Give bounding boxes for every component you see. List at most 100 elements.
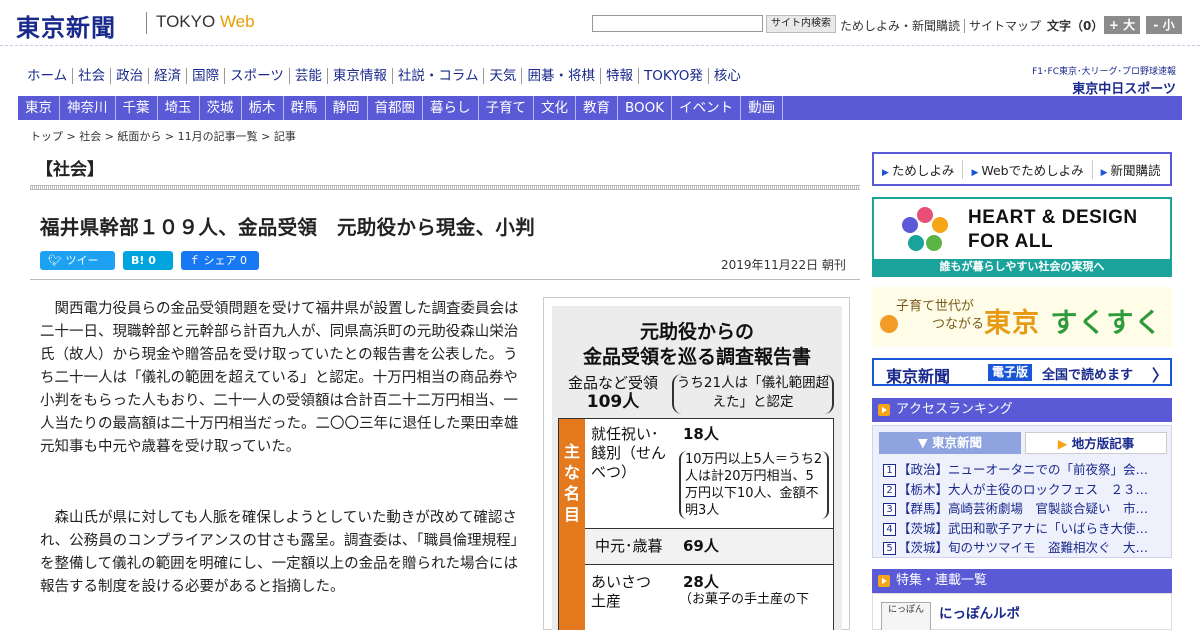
rnav-kanagawa[interactable]: 神奈川 [60, 96, 116, 120]
site-search-button[interactable]: サイト内検索 [766, 15, 836, 33]
features-title: 特集・連載一覧 [896, 573, 988, 588]
rnav-bunka[interactable]: 文化 [534, 96, 576, 120]
sidebar-trial-link[interactable]: ▶ ためしよみ [874, 160, 962, 179]
ranking-item[interactable]: 2 【栃木】大人が主役のロックフェス ２３… [883, 480, 1167, 500]
figure-row-value: 18人 [683, 425, 719, 443]
rnav-saitama[interactable]: 埼玉 [158, 96, 200, 120]
font-larger-button[interactable]: + 大 [1104, 16, 1140, 34]
header-links: ためしよみ・新聞購読 サイトマップ [836, 17, 1046, 34]
font-size-label: 文字（0） [1047, 19, 1104, 33]
facebook-share-label: シェア 0 [203, 254, 248, 267]
tab-local-articles[interactable]: ▶ 地方版記事 [1025, 432, 1167, 454]
hatena-bookmark-button[interactable]: B! 0 [123, 251, 173, 270]
e-paper-text: 全国で読めます [1042, 368, 1134, 383]
facebook-share-button[interactable]: ｆ シェア 0 [181, 251, 259, 270]
nav-politics[interactable]: 政治 [110, 68, 148, 84]
regional-nav: 東京 神奈川 千葉 埼玉 茨城 栃木 群馬 静岡 首都圏 暮らし 子育て 文化 … [18, 96, 1182, 120]
breadcrumb[interactable]: トップ > 社会 > 紙面から > 11月の記事一覧 > 記事 [30, 128, 296, 144]
nav-go-shogi[interactable]: 囲碁・将棋 [521, 68, 600, 84]
rnav-tochigi[interactable]: 栃木 [242, 96, 284, 120]
sitemap-link[interactable]: サイトマップ [964, 19, 1046, 33]
nav-home[interactable]: ホーム [22, 68, 72, 84]
rnav-shizuoka[interactable]: 静岡 [326, 96, 368, 120]
rnav-ibaraki[interactable]: 茨城 [200, 96, 242, 120]
triangle-down-icon: ▼ [918, 435, 932, 450]
arrow-square-icon [878, 404, 890, 416]
ranking-item[interactable]: 4 【茨城】武田和歌子アナに「いばらき大使… [883, 519, 1167, 539]
flower-icon [880, 315, 898, 333]
nav-editorial[interactable]: 社説・コラム [391, 68, 484, 84]
ranking-item[interactable]: 5 【茨城】旬のサツマイモ 盗難相次ぐ 大… [883, 538, 1167, 558]
sidebar-web-trial-link[interactable]: ▶ Webでためしよみ [962, 159, 1091, 179]
tokyo-sukusuku-banner[interactable]: 子育て世代が つながる 東京 すくすく [872, 287, 1172, 347]
nav-society[interactable]: 社会 [72, 68, 110, 84]
nav-kakushin[interactable]: 核心 [707, 68, 746, 84]
sukusuku-city: 東京 [984, 308, 1040, 339]
arrow-square-icon [878, 575, 890, 587]
figure-side-label: 主な名目 [559, 419, 585, 630]
rnav-kurashi[interactable]: 暮らし [423, 96, 479, 120]
ranking-item-title: 【政治】ニューオータニでの「前夜祭」会… [898, 462, 1149, 477]
heart-design-logo-icon [902, 207, 948, 251]
twitter-icon: 🐦︎ [48, 254, 66, 267]
nav-tokuho[interactable]: 特報 [599, 68, 638, 84]
rank-number: 3 [883, 503, 896, 516]
ranking-item[interactable]: 1 【政治】ニューオータニでの「前夜祭」会… [883, 460, 1167, 480]
nav-international[interactable]: 国際 [186, 68, 224, 84]
rnav-kyoiku[interactable]: 教育 [576, 96, 618, 120]
figure-row: あいさつ土産 28人 （お菓子の手土産の下 [585, 565, 833, 630]
logo-divider [146, 12, 147, 34]
figure-row-label: 中元･歳暮 [595, 537, 663, 555]
features-header: 特集・連載一覧 [872, 569, 1172, 593]
nav-tokyo-hatsu[interactable]: TOKYO発 [637, 68, 708, 84]
rnav-kosodate[interactable]: 子育て [479, 96, 534, 120]
nav-weather[interactable]: 天気 [483, 68, 521, 84]
rnav-event[interactable]: イベント [672, 96, 742, 120]
rnav-tokyo[interactable]: 東京 [18, 96, 60, 120]
publish-date: 2019年11月22日 朝刊 [721, 258, 846, 272]
nav-economy[interactable]: 経済 [148, 68, 186, 84]
nav-tokyo-info[interactable]: 東京情報 [326, 68, 392, 84]
feature-thumbnail[interactable]: にっぽん [881, 602, 931, 630]
sidebar-subscribe-link[interactable]: ▶ 新聞購読 [1091, 159, 1169, 179]
nav-entertainment[interactable]: 芸能 [288, 68, 327, 84]
trial-subscribe-link[interactable]: ためしよみ・新聞購読 [836, 19, 964, 33]
ranking-list: 1 【政治】ニューオータニでの「前夜祭」会… 2 【栃木】大人が主役のロックフェス … [883, 460, 1167, 558]
triangle-right-icon: ▶ [1057, 436, 1072, 451]
figure-title-line2: 金品受領を巡る調査報告書 [582, 346, 811, 368]
figure-row-note: （お菓子の手土産の下 [679, 592, 810, 607]
rnav-chiba[interactable]: 千葉 [116, 96, 158, 120]
site-logo[interactable]: 東京新聞 [16, 8, 116, 43]
nav-sports[interactable]: スポーツ [224, 68, 289, 84]
feature-link[interactable]: にっぽんルポ [939, 602, 1020, 622]
site-header: 東京新聞 TOKYO Web サイト内検索 ためしよみ・新聞購読 サイトマップ 文… [0, 0, 1200, 46]
article-figure[interactable]: 元助役からの 金品受領を巡る調査報告書 金品など受領 109人 うち21人は「儀… [543, 297, 850, 630]
chevron-right-icon: 〉 [1152, 366, 1169, 385]
triangle-right-icon: ▶ [882, 167, 889, 178]
ranking-header: アクセスランキング [872, 398, 1172, 422]
chunichi-sports-banner[interactable]: F1･FC東京･大リーグ･プロ野球速報 東京中日スポーツ [1026, 64, 1176, 97]
rank-number: 1 [883, 464, 896, 477]
heart-design-title: HEART & DESIGN [968, 207, 1138, 228]
rnav-video[interactable]: 動画 [741, 96, 784, 120]
figure-title-line1: 元助役からの [639, 321, 754, 343]
sukusuku-tagline-1: 子育て世代が [896, 299, 975, 314]
ranking-item-title: 【茨城】武田和歌子アナに「いばらき大使… [898, 520, 1149, 536]
rank-number: 4 [883, 522, 896, 536]
tweet-button[interactable]: 🐦︎ ツイート [40, 251, 115, 286]
rank-number: 2 [883, 483, 896, 497]
font-smaller-button[interactable]: - 小 [1146, 16, 1182, 34]
ranking-item-title: 【群馬】高崎芸術劇場 官製談合疑い 市… [898, 501, 1149, 516]
tab-tokyo-shimbun[interactable]: ▼ 東京新聞 [879, 432, 1021, 454]
heart-design-banner[interactable]: HEART & DESIGN FOR ALL 誰もが暮らしやすい社会の実現へ [872, 197, 1172, 277]
ranking-item[interactable]: 3 【群馬】高崎芸術劇場 官製談合疑い 市… [883, 499, 1167, 519]
site-logo-sub[interactable]: TOKYO Web [156, 12, 255, 32]
e-paper-banner[interactable]: 東京新聞 電子版 全国で読めます 〉 [872, 358, 1172, 386]
search-input[interactable] [592, 15, 763, 32]
sports-banner-name: 東京中日スポーツ [1072, 82, 1176, 97]
triangle-right-icon: ▶ [971, 167, 979, 178]
rnav-gunma[interactable]: 群馬 [284, 96, 326, 120]
rnav-shutoken[interactable]: 首都圏 [368, 96, 423, 120]
rnav-book[interactable]: BOOK [618, 96, 673, 120]
sukusuku-tagline-2: つながる [932, 317, 985, 332]
